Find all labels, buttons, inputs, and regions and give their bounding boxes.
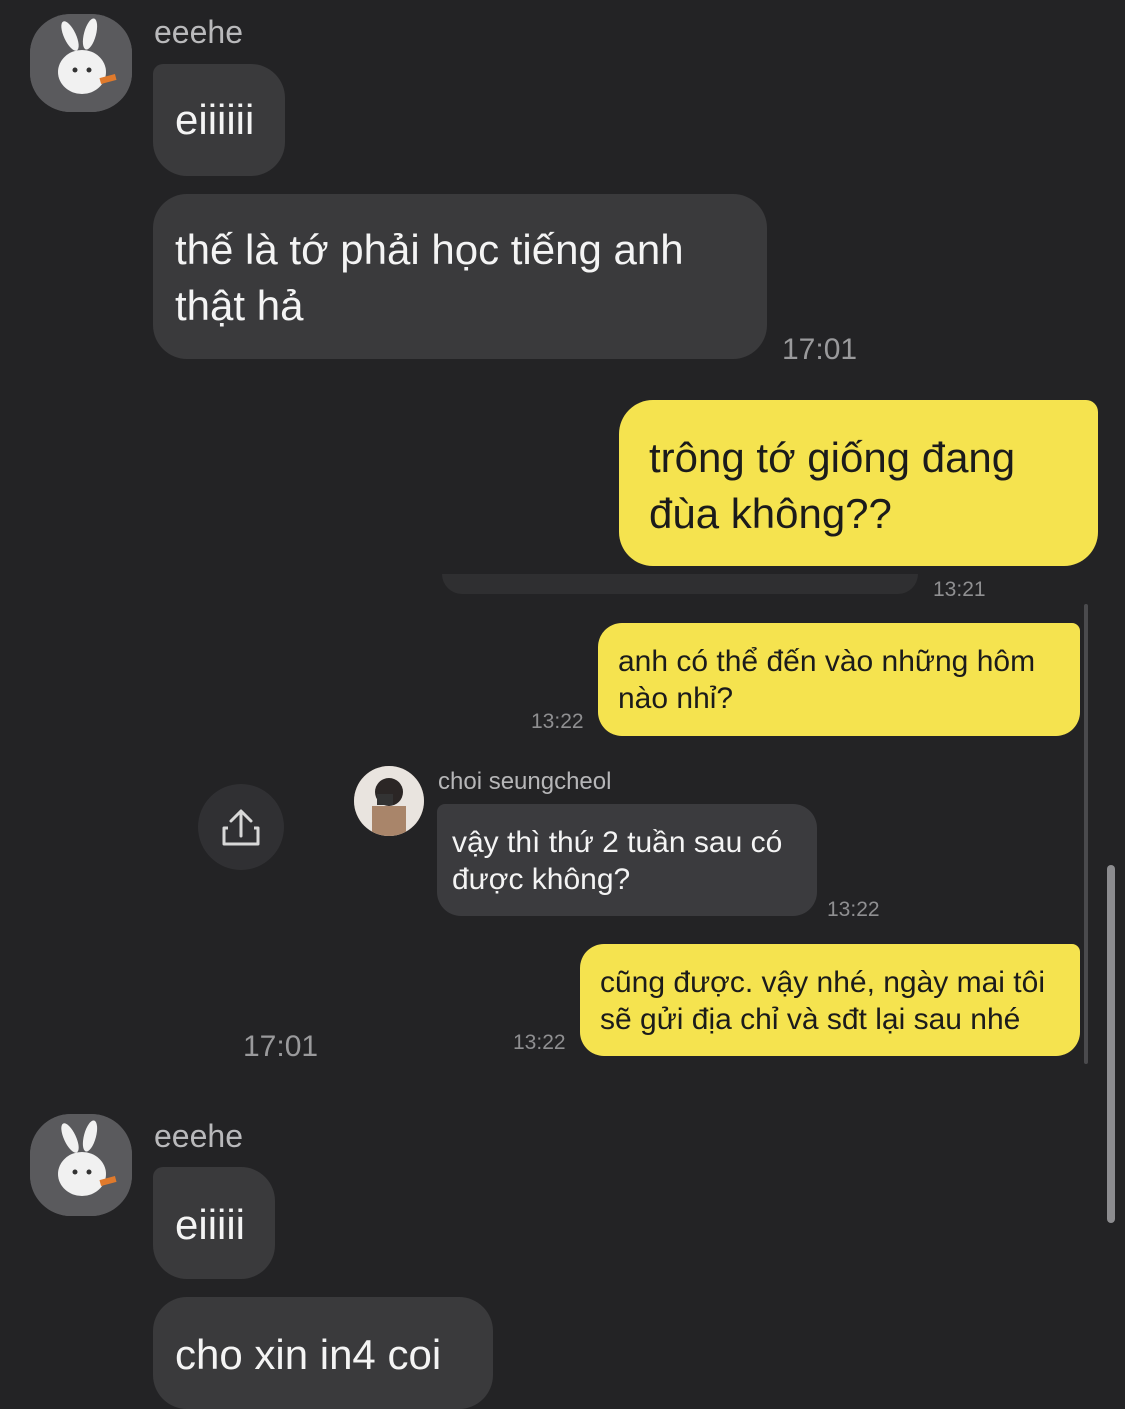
embedded-msg3-time: 13:22 <box>513 1031 566 1054</box>
message-bubble[interactable]: cho xin in4 coi <box>153 1297 493 1409</box>
message-text: eiiiii <box>175 1201 246 1248</box>
outgoing-text-line2: đùa không?? <box>649 490 892 537</box>
outgoing-text-line1: trông tớ giống đang <box>649 434 1016 481</box>
message-bubble[interactable]: thế là tớ phải học tiếng anh thật hả <box>153 194 767 359</box>
message-text-line1: thế là tớ phải học tiếng anh <box>175 226 684 273</box>
sender-name-bottom: eeehe <box>154 1118 243 1154</box>
contact-avatar <box>354 766 424 836</box>
message-time: 17:01 <box>782 333 858 366</box>
rabbit-avatar-icon <box>30 1114 132 1216</box>
sender-name-top: eeehe <box>154 14 243 50</box>
message-text: eiiiiii <box>175 96 255 143</box>
embedded-msg3-line2: sẽ gửi địa chỉ và sđt lại sau nhé <box>600 1003 1021 1036</box>
message-text-line2: thật hả <box>175 282 304 329</box>
image-message-time: 17:01 <box>243 1030 319 1063</box>
rabbit-avatar-icon <box>30 14 132 112</box>
embedded-msg2-line1: vậy thì thứ 2 tuần sau có <box>452 826 783 859</box>
scrollbar-thumb[interactable] <box>1107 865 1115 1223</box>
person-camera-avatar-icon <box>354 766 424 836</box>
embedded-outgoing-bubble: anh có thể đến vào những hôm nào nhỉ? <box>598 623 1080 736</box>
embedded-msg2-time: 13:22 <box>827 898 880 921</box>
embedded-msg1-line1: anh có thể đến vào những hôm <box>618 645 1036 678</box>
embedded-scrollbar-track <box>1084 604 1088 1064</box>
embedded-screenshot-top-edge <box>442 574 918 594</box>
share-button[interactable] <box>198 784 284 870</box>
outgoing-message-bubble[interactable]: trông tớ giống đang đùa không?? <box>619 400 1098 566</box>
message-bubble[interactable]: eiiiii <box>153 1167 275 1279</box>
embedded-msg2-line2: được không? <box>452 863 631 896</box>
embedded-msg1-line2: nào nhỉ? <box>618 682 734 715</box>
embedded-incoming-bubble: vậy thì thứ 2 tuần sau có được không? <box>437 804 817 916</box>
embedded-time-top: 13:21 <box>933 578 986 601</box>
embedded-outgoing-bubble-2: cũng được. vậy nhé, ngày mai tôi sẽ gửi … <box>580 944 1080 1056</box>
message-bubble[interactable]: eiiiiii <box>153 64 285 176</box>
contact-name: choi seungcheol <box>438 768 612 795</box>
embedded-msg1-time: 13:22 <box>531 710 584 733</box>
sender-avatar-bottom[interactable] <box>30 1114 132 1216</box>
sender-avatar-top[interactable] <box>30 14 132 112</box>
share-icon <box>222 809 260 846</box>
embedded-msg3-line1: cũng được. vậy nhé, ngày mai tôi <box>600 966 1045 999</box>
message-text: cho xin in4 coi <box>175 1331 442 1378</box>
